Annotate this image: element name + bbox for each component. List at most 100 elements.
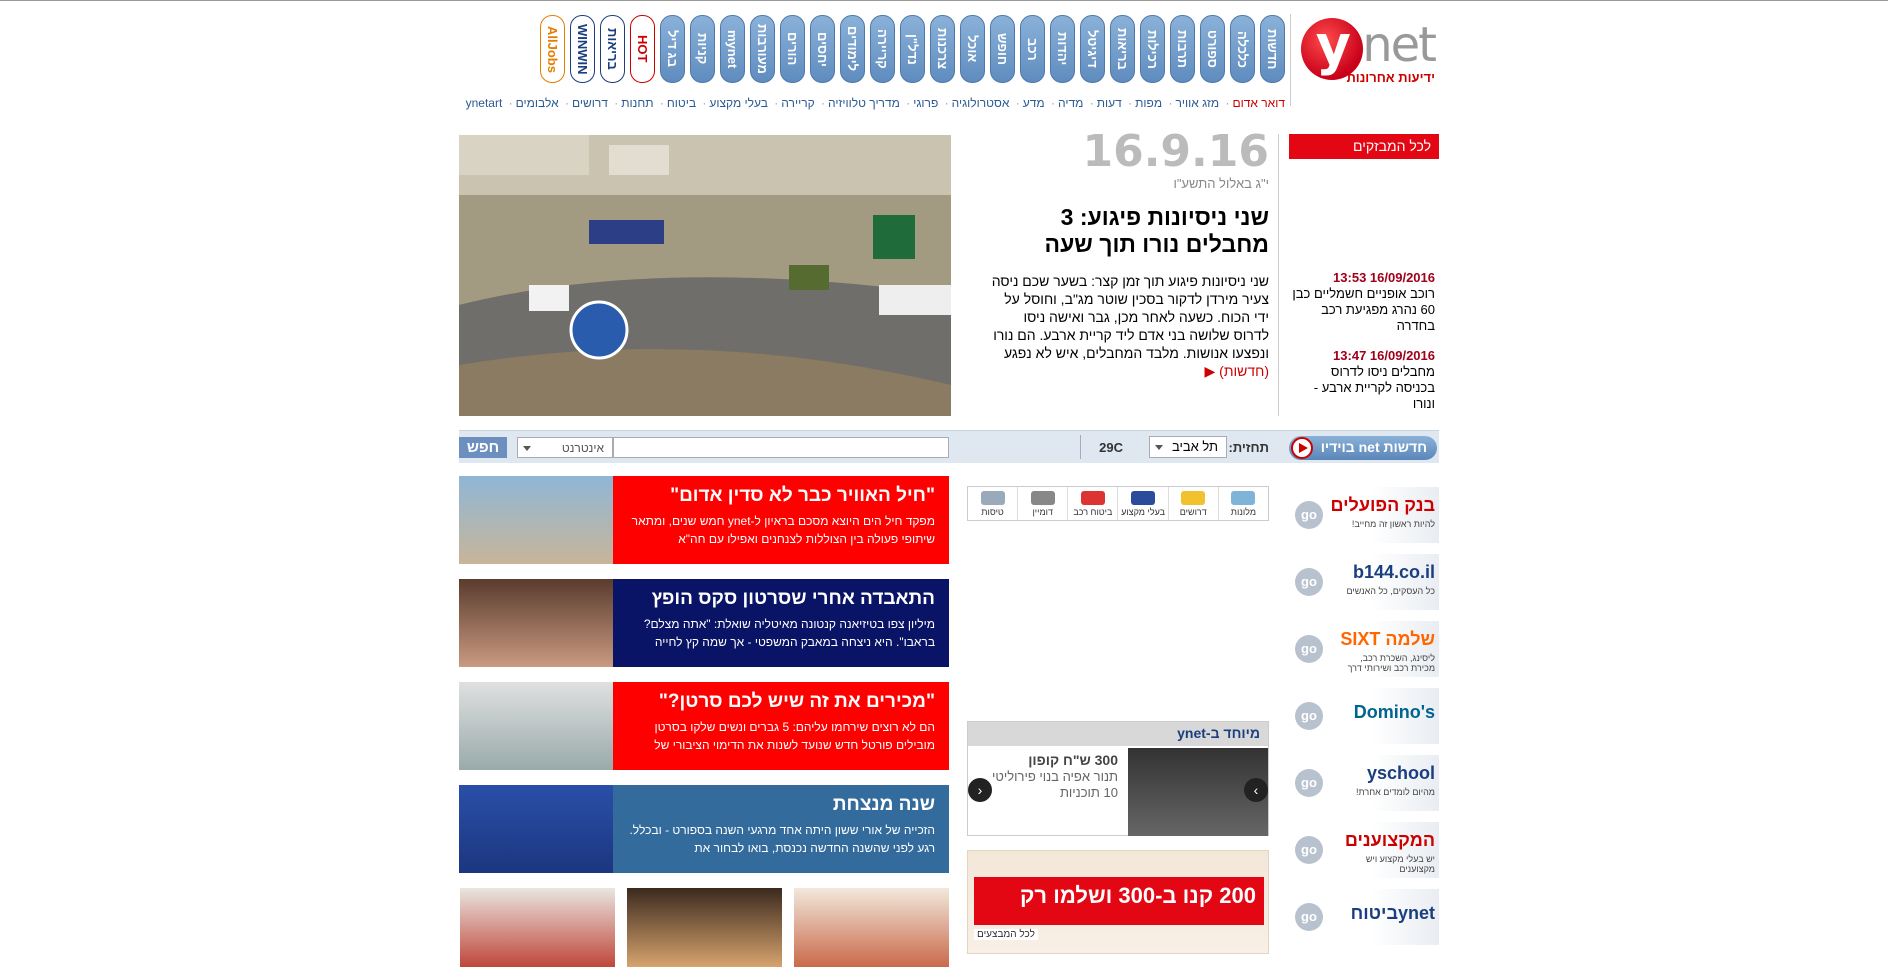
go-button[interactable]: go	[1295, 769, 1323, 797]
tab-food[interactable]: אוכל	[960, 15, 985, 83]
tab-alljobs[interactable]: AllJobs	[540, 15, 565, 83]
tab-relationships[interactable]: יחסים	[810, 15, 835, 83]
tab-career[interactable]: קריירה	[870, 15, 895, 83]
special-text[interactable]: 300 ש"ח קופון תנור אפיה בנוי פירוליטי 10…	[988, 752, 1118, 801]
go-button[interactable]: go	[1295, 836, 1323, 864]
main-source[interactable]: (חדשות)	[1219, 363, 1269, 379]
shortcut-domain[interactable]: דומיין	[1017, 487, 1067, 520]
professionals-icon	[1131, 491, 1156, 505]
play-icon	[1291, 437, 1313, 459]
tab-economy[interactable]: כלכלה	[1230, 15, 1255, 83]
search-scope: אינטרנט	[561, 441, 604, 455]
search-button[interactable]: חפש	[459, 437, 507, 458]
tab-vacation[interactable]: חופש	[990, 15, 1015, 83]
tab-realestate[interactable]: נדל"ן	[900, 15, 925, 83]
tab-news[interactable]: חדשות	[1260, 15, 1285, 83]
link-red-mail[interactable]: דואר אדום	[1233, 96, 1286, 110]
tab-winwin[interactable]: WINWIN	[570, 15, 595, 83]
next-arrow-icon[interactable]: ›	[1244, 778, 1268, 802]
link-opinions[interactable]: דעות	[1097, 96, 1122, 110]
thumb-image[interactable]	[794, 888, 949, 967]
link-science[interactable]: מדע	[1023, 96, 1045, 110]
link-professionals[interactable]: בעלי מקצוע	[709, 96, 768, 110]
prev-arrow-icon[interactable]: ‹	[968, 778, 992, 802]
story-item[interactable]: "חיל האוויר כבר לא סדין אדום" מפקד חיל ה…	[459, 476, 949, 564]
shortcut-professionals[interactable]: בעלי מקצוע	[1117, 487, 1167, 520]
link-albums[interactable]: אלבומים	[516, 96, 559, 110]
promo-hamiktzoanim[interactable]: המקצוענים יש בעלי מקצוע ויש מקצוענים go	[1289, 822, 1439, 878]
promo-dominos[interactable]: Domino's go	[1289, 688, 1439, 744]
thumb-image[interactable]	[460, 888, 615, 967]
shortcut-jobs[interactable]: דרושים	[1167, 487, 1218, 520]
tab-gossip[interactable]: רכילות	[1140, 15, 1165, 83]
link-media[interactable]: מדיה	[1058, 96, 1083, 110]
promo-ynet-insurance[interactable]: ynetביטוח go	[1289, 889, 1439, 945]
story-title: "חיל האוויר כבר לא סדין אדום"	[670, 485, 935, 506]
story-item[interactable]: שנה מנצחת הזכייה של אורי ששון היתה אחד מ…	[459, 785, 949, 873]
story-image	[459, 476, 613, 564]
go-button[interactable]: go	[1295, 568, 1323, 596]
thumb-image[interactable]	[627, 888, 782, 967]
promo-name: Domino's	[1353, 702, 1435, 722]
tab-digital[interactable]: דיגיטל	[1080, 15, 1105, 83]
ynet-logo[interactable]: y net ידיעות אחרונות	[1299, 14, 1439, 90]
tab-mynet[interactable]: mynet	[720, 15, 745, 83]
go-button[interactable]: go	[1295, 702, 1323, 730]
ad-footer[interactable]: לכל המבצעים	[974, 929, 1038, 940]
shortcut-flights[interactable]: טיסות	[968, 487, 1017, 520]
forecast-city: תל אביב	[1171, 439, 1218, 454]
chevron-down-icon	[523, 446, 531, 451]
go-button[interactable]: go	[1295, 635, 1323, 663]
tab-studies[interactable]: לימודים	[840, 15, 865, 83]
link-insurance[interactable]: ביטוח	[667, 96, 696, 110]
tab-judaism[interactable]: יהדות	[1050, 15, 1075, 83]
tab-sport[interactable]: ספורט	[1200, 15, 1225, 83]
promo-name: ynetביטוח	[1350, 903, 1435, 923]
main-story-image[interactable]	[459, 135, 951, 416]
link-frogi[interactable]: פרוגי	[913, 96, 938, 110]
link-maps[interactable]: מפות	[1135, 96, 1162, 110]
flash-time: 16/09/2016 13:47	[1333, 348, 1435, 363]
search-input[interactable]	[613, 437, 949, 458]
tab-consumer[interactable]: צרכנות	[930, 15, 955, 83]
promo-sixt[interactable]: שלמה SIXT ליסינג, השכרת רכב, מכירת רכב ו…	[1289, 621, 1439, 677]
flash-news-title[interactable]: לכל המבזקים	[1289, 134, 1439, 159]
story-body: הם לא רוצים שירחמו עליהם: 5 גברים ונשים …	[654, 720, 935, 752]
sub-links-bar: דואר אדום· מזג אוויר· מפות· דעות· מדיה· …	[465, 96, 1286, 110]
promo-bank-hapoalim[interactable]: בנק הפועלים להיות ראשון זה מחייב! go	[1289, 487, 1439, 543]
tab-hot[interactable]: HOT	[630, 15, 655, 83]
go-button[interactable]: go	[1295, 903, 1323, 931]
tab-culture[interactable]: תרבות	[1170, 15, 1195, 83]
promo-yschool[interactable]: yschool מהיום לומדים אחרת! go	[1289, 755, 1439, 811]
forecast-city-select[interactable]: תל אביב	[1149, 436, 1227, 458]
shortcut-hotels[interactable]: מלונות	[1217, 487, 1268, 520]
ad-banner[interactable]: 200 קנו ב-300 ושלמו רק לכל המבצעים	[967, 850, 1269, 954]
video-news-button[interactable]: חדשות net בוידיו	[1289, 436, 1437, 460]
promo-b144[interactable]: b144.co.il כל העסקים, כל האנשים go	[1289, 554, 1439, 610]
flash-item[interactable]: 16/09/2016 13:47 מחבלים ניסו לדרוס בכניס…	[1289, 348, 1439, 412]
tab-health[interactable]: בריאות	[1110, 15, 1135, 83]
story-image	[459, 579, 613, 667]
go-button[interactable]: go	[1295, 501, 1323, 529]
link-tv-guide[interactable]: מדריך טלוויזיה	[828, 96, 900, 110]
main-headline[interactable]: שני ניסיונות פיגוע: 3 מחבלים נורו תוך שע…	[999, 204, 1269, 258]
jobs-icon	[1181, 491, 1206, 505]
tab-big-deal[interactable]: בג דיל	[660, 15, 685, 83]
tab-cars[interactable]: רכב	[1020, 15, 1045, 83]
story-item[interactable]: "מכירים את זה שיש לכם סרטן?" הם לא רוצים…	[459, 682, 949, 770]
special-header[interactable]: מיוחד ב-ynet	[968, 722, 1268, 746]
link-jobs[interactable]: דרושים	[572, 96, 608, 110]
shortcut-car-insurance[interactable]: ביטוח רכב	[1067, 487, 1117, 520]
tab-involvement[interactable]: מעורבות	[750, 15, 775, 83]
link-astrology[interactable]: אסטרולוגיה	[952, 96, 1010, 110]
tab-parents[interactable]: הורים	[780, 15, 805, 83]
tab-health-partner[interactable]: בריאות	[600, 15, 625, 83]
link-weather[interactable]: מזג אוויר	[1175, 96, 1219, 110]
tab-shopping[interactable]: קניות	[690, 15, 715, 83]
flash-item[interactable]: 16/09/2016 13:53 רוכב אופניים חשמליים כב…	[1289, 270, 1439, 334]
link-career[interactable]: קריירה	[781, 96, 814, 110]
story-item[interactable]: התאבדה אחרי שסרטון סקס הופץ מיליון צפו ב…	[459, 579, 949, 667]
link-stations[interactable]: תחנות	[621, 96, 653, 110]
search-scope-select[interactable]: אינטרנט	[517, 437, 613, 458]
link-ynetart[interactable]: ynetart	[466, 96, 503, 110]
